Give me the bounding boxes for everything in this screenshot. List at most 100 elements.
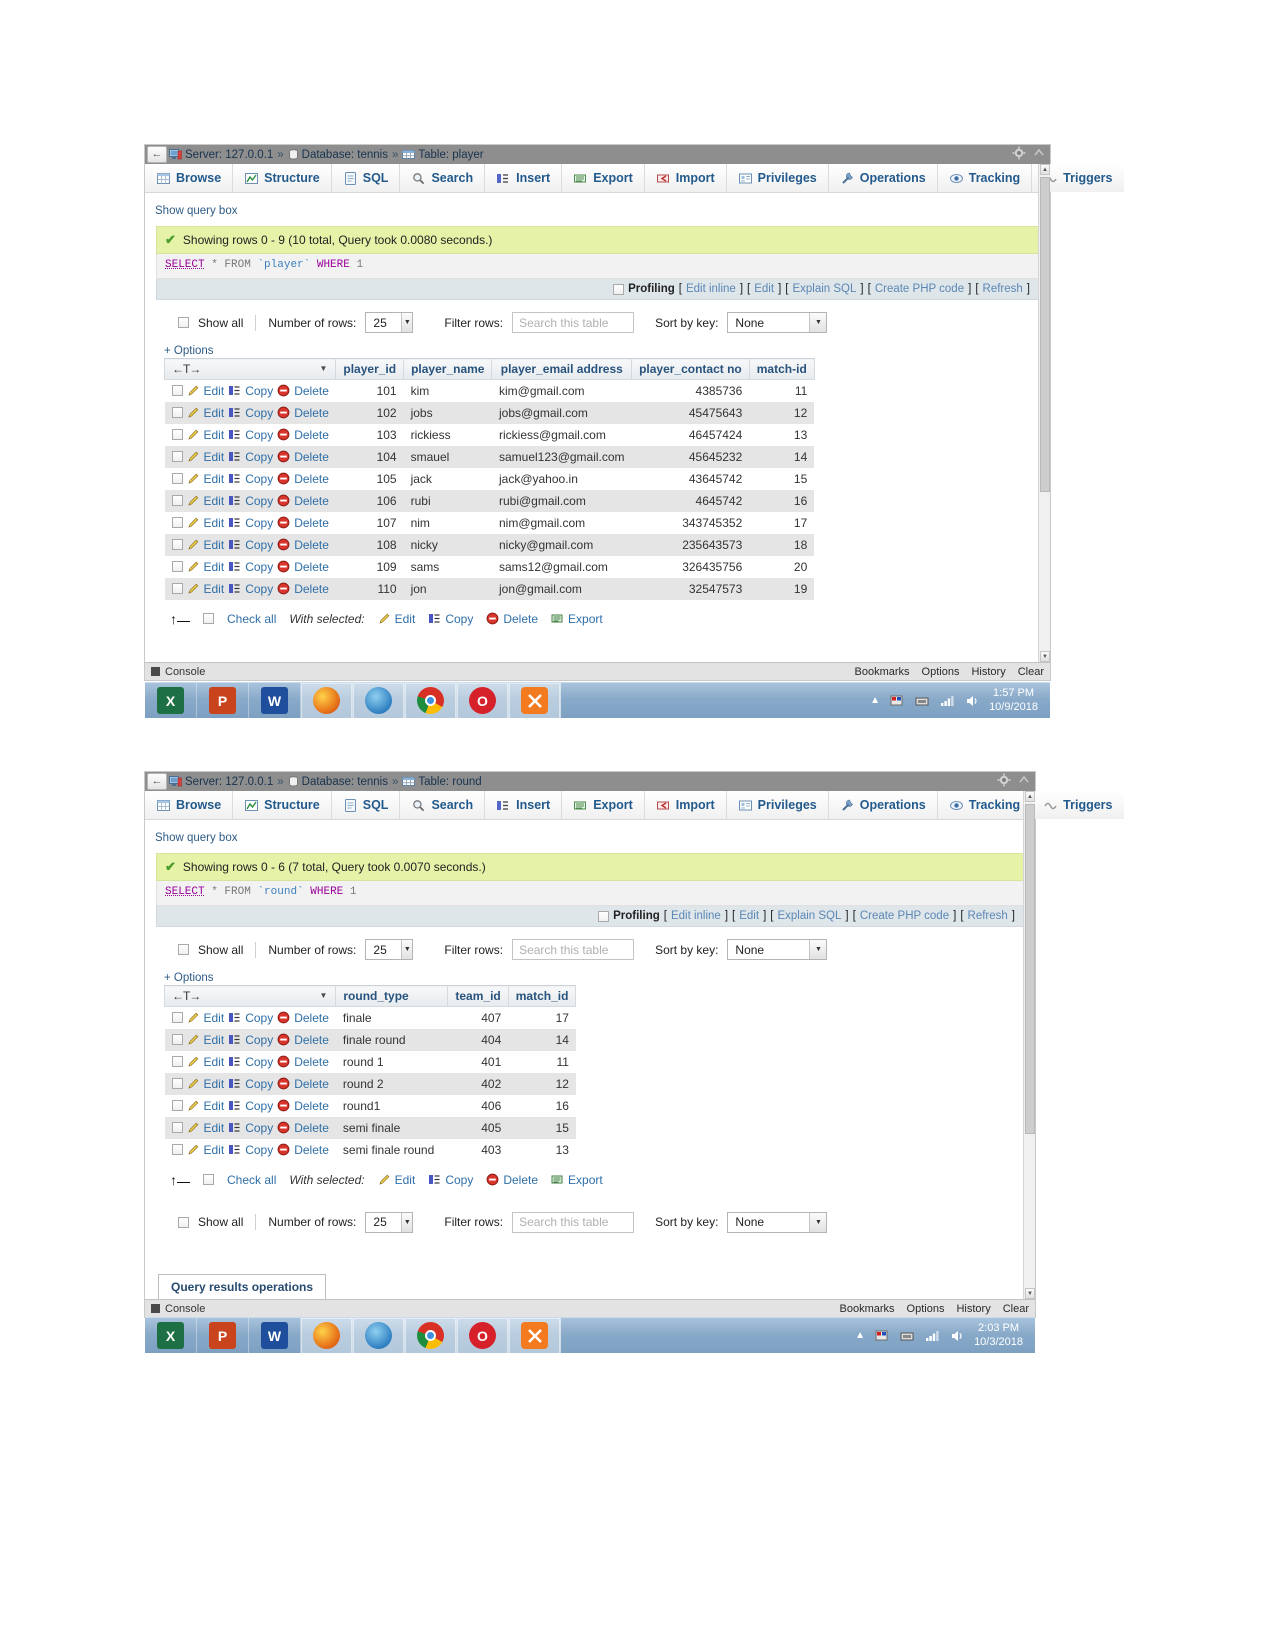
row-edit-link[interactable]: Edit [204, 1055, 225, 1069]
row-checkbox[interactable] [171, 517, 183, 528]
row-copy-link[interactable]: Copy [245, 384, 273, 398]
row-delete-link[interactable]: Delete [294, 384, 329, 398]
console-left-1[interactable]: Console [151, 666, 205, 678]
taskbar-item-word[interactable]: W [249, 1317, 301, 1354]
gear-icon[interactable] [1012, 146, 1026, 160]
row-delete-link[interactable]: Delete [294, 1033, 329, 1047]
console-bookmarks-2[interactable]: Bookmarks [840, 1303, 895, 1315]
row-checkbox[interactable] [171, 385, 183, 397]
row-copy-link[interactable]: Copy [245, 450, 273, 464]
tab-privileges[interactable]: Privileges [726, 164, 829, 192]
footer-export-link-1[interactable]: Export [568, 612, 603, 626]
window-scrollbar-2[interactable]: ▲ ▼ [1023, 791, 1035, 1299]
chevron-down-icon[interactable]: ▼ [401, 313, 413, 332]
sort-by-key-select-bottom-2[interactable]: None ▼ [727, 1211, 828, 1233]
tab-sql[interactable]: SQL [331, 164, 401, 192]
col-team-id[interactable]: team_id [447, 985, 509, 1007]
row-copy-link[interactable]: Copy [245, 560, 273, 574]
sql-query-display-1[interactable]: SELECT * FROM `player` WHERE 1 [156, 254, 1039, 279]
refresh-link-2[interactable]: Refresh [968, 910, 1008, 922]
chevron-down-icon[interactable]: ▼ [809, 940, 827, 959]
row-copy-link[interactable]: Copy [245, 1033, 273, 1047]
create-php-code-link-1[interactable]: Create PHP code [875, 283, 964, 295]
console-clear-1[interactable]: Clear [1018, 666, 1044, 678]
table-label-2[interactable]: Table: round [418, 776, 481, 788]
table-row[interactable]: Edit Copy Delete 107 nim nim@gmail.com 3437453… [164, 511, 815, 534]
signal-icon[interactable] [939, 693, 955, 709]
taskbar-item-xampp[interactable] [509, 682, 561, 719]
row-checkbox[interactable] [171, 1122, 183, 1133]
taskbar-clock-2[interactable]: 2:03 PM 10/3/2018 [974, 1322, 1027, 1350]
row-delete-link[interactable]: Delete [294, 1143, 329, 1157]
taskbar-item-firefox[interactable] [301, 1317, 353, 1354]
row-copy-link[interactable]: Copy [245, 1055, 273, 1069]
tab-operations-2[interactable]: Operations [828, 791, 938, 819]
table-row[interactable]: Edit Copy Delete 109 sams sams12@gmail.com 326… [164, 555, 815, 578]
console-clear-2[interactable]: Clear [1003, 1303, 1029, 1315]
console-options-2[interactable]: Options [907, 1303, 945, 1315]
row-delete-link[interactable]: Delete [294, 1121, 329, 1135]
row-checkbox[interactable] [171, 539, 183, 550]
row-checkbox[interactable] [171, 451, 183, 462]
taskbar-item-firefox[interactable] [301, 682, 353, 719]
tab-browse[interactable]: Browse [145, 164, 234, 192]
sort-by-key-select-1[interactable]: None ▼ [727, 312, 828, 333]
number-of-rows-select-2[interactable]: 25 ▼ [365, 939, 414, 960]
row-delete-link[interactable]: Delete [294, 538, 329, 552]
footer-delete-link-2[interactable]: Delete [503, 1173, 538, 1187]
taskbar-item-thunderbird[interactable] [353, 1317, 405, 1354]
check-all-link-2[interactable]: Check all [227, 1173, 276, 1187]
row-copy-link[interactable]: Copy [245, 538, 273, 552]
row-delete-link[interactable]: Delete [294, 494, 329, 508]
tab-search[interactable]: Search [400, 164, 486, 192]
table-row[interactable]: Edit Copy Delete 103 rickiess rickiess@gmail.… [164, 423, 815, 446]
row-edit-link[interactable]: Edit [204, 406, 225, 420]
row-edit-link[interactable]: Edit [204, 1077, 225, 1091]
row-checkbox[interactable] [171, 1100, 183, 1111]
tab-export-2[interactable]: Export [562, 791, 645, 819]
table-row[interactable]: Edit Copy Delete semi finale round 403 13 [164, 1138, 576, 1161]
check-all-checkbox-1[interactable] [203, 613, 214, 624]
taskbar-item-chrome[interactable] [405, 1317, 457, 1354]
row-checkbox[interactable] [171, 1144, 183, 1155]
row-edit-link[interactable]: Edit [204, 516, 225, 530]
row-delete-link[interactable]: Delete [294, 1055, 329, 1069]
footer-copy-action-2[interactable]: Copy [428, 1173, 473, 1187]
back-button-2[interactable]: ← [147, 773, 167, 790]
console-left-2[interactable]: Console [151, 1303, 205, 1315]
tab-structure[interactable]: Structure [233, 164, 332, 192]
tab-browse-2[interactable]: Browse [145, 791, 234, 819]
check-all-link-1[interactable]: Check all [227, 612, 276, 626]
table-row[interactable]: Edit Copy Delete finale round 404 14 [164, 1028, 576, 1051]
sort-column-header-2[interactable]: ←T→ ▼ [163, 985, 337, 1007]
show-all-checkbox-2[interactable] [178, 944, 189, 955]
minimize-icon[interactable] [1017, 773, 1031, 787]
table-row[interactable]: Edit Copy Delete 102 jobs jobs@gmail.com 45475… [164, 401, 815, 424]
footer-edit-action-1[interactable]: Edit [378, 612, 415, 626]
footer-export-action-1[interactable]: Export [551, 612, 603, 626]
chevron-down-icon[interactable]: ▼ [401, 1212, 413, 1232]
row-edit-link[interactable]: Edit [204, 538, 225, 552]
footer-copy-action-1[interactable]: Copy [428, 612, 473, 626]
select-up-arrow-icon-1[interactable]: ↑ [170, 611, 190, 627]
chevron-down-icon[interactable]: ▼ [319, 991, 327, 1000]
col-player-email[interactable]: player_email address [491, 358, 633, 380]
tab-insert-2[interactable]: Insert [485, 791, 563, 819]
footer-export-action-2[interactable]: Export [551, 1173, 603, 1187]
tab-sql-2[interactable]: SQL [331, 791, 401, 819]
taskbar-item-word[interactable]: W [249, 682, 301, 719]
tab-operations[interactable]: Operations [828, 164, 938, 192]
show-query-box-link-2[interactable]: Show query box [145, 820, 1035, 853]
tab-import[interactable]: Import [644, 164, 727, 192]
row-edit-link[interactable]: Edit [204, 494, 225, 508]
row-edit-link[interactable]: Edit [204, 450, 225, 464]
table-row[interactable]: Edit Copy Delete round1 406 16 [164, 1094, 576, 1117]
row-edit-link[interactable]: Edit [204, 472, 225, 486]
row-edit-link[interactable]: Edit [204, 428, 225, 442]
sort-by-key-select-2[interactable]: None ▼ [727, 939, 828, 960]
taskbar-item-excel[interactable]: X [145, 682, 197, 719]
row-edit-link[interactable]: Edit [204, 1011, 225, 1025]
volume-icon[interactable] [949, 1328, 965, 1344]
table-row[interactable]: Edit Copy Delete round 1 401 11 [164, 1050, 576, 1073]
chevron-down-icon[interactable]: ▼ [401, 940, 413, 959]
